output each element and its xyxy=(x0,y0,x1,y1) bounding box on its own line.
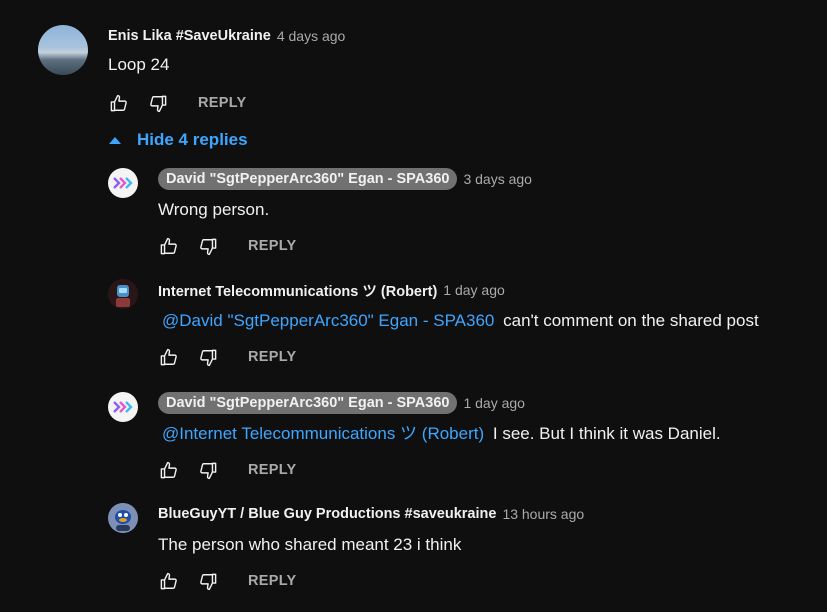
comment-time[interactable]: 1 day ago xyxy=(443,282,505,298)
comment-actions: REPLY xyxy=(158,236,532,256)
reply-button[interactable]: REPLY xyxy=(248,462,297,478)
robot-avatar-icon xyxy=(108,279,138,309)
thumbs-down-icon[interactable] xyxy=(198,236,218,256)
comment-text: Wrong person. xyxy=(158,200,270,219)
comment-time[interactable]: 13 hours ago xyxy=(502,506,584,522)
blue-character-avatar-icon xyxy=(108,503,138,533)
reply-comment: David "SgtPepperArc360" Egan - SPA360 3 … xyxy=(108,168,532,256)
comment-header: Internet Telecommunications ツ (Robert) 1… xyxy=(158,279,759,301)
comment-text: Loop 24 xyxy=(108,55,170,74)
mention-link[interactable]: @Internet Telecommunications ツ (Robert) xyxy=(162,424,484,443)
comment-author-chip[interactable]: David "SgtPepperArc360" Egan - SPA360 xyxy=(158,168,458,190)
hide-replies-label: Hide 4 replies xyxy=(137,130,248,149)
comment-header: David "SgtPepperArc360" Egan - SPA360 1 … xyxy=(158,392,721,414)
comment-time[interactable]: 1 day ago xyxy=(463,395,525,411)
avatar[interactable] xyxy=(108,392,138,422)
comment-text: The person who shared meant 23 i think xyxy=(158,535,462,554)
reply-button[interactable]: REPLY xyxy=(248,349,297,365)
comment-header: BlueGuyYT / Blue Guy Productions #saveuk… xyxy=(158,503,584,525)
reply-button[interactable]: REPLY xyxy=(248,238,297,254)
thumbs-down-icon[interactable] xyxy=(198,571,218,591)
arrows-logo-icon xyxy=(113,401,133,413)
comment-time[interactable]: 3 days ago xyxy=(463,171,532,187)
comment-actions: REPLY xyxy=(158,460,721,480)
thumbs-up-icon[interactable] xyxy=(108,93,128,113)
reply-comment: BlueGuyYT / Blue Guy Productions #saveuk… xyxy=(108,503,584,591)
thumbs-down-icon[interactable] xyxy=(148,93,168,113)
thumbs-down-icon[interactable] xyxy=(198,460,218,480)
comment-actions: REPLY xyxy=(158,347,759,367)
comment-text: @Internet Telecommunications ツ (Robert) … xyxy=(162,424,721,443)
avatar[interactable] xyxy=(38,25,88,75)
comment-author[interactable]: BlueGuyYT / Blue Guy Productions #saveuk… xyxy=(158,506,496,522)
comment-time[interactable]: 4 days ago xyxy=(277,28,346,44)
caret-up-icon xyxy=(109,136,121,144)
thumbs-up-icon[interactable] xyxy=(158,571,178,591)
comment-author[interactable]: Internet Telecommunications ツ (Robert) xyxy=(158,280,437,301)
reply-comment: Internet Telecommunications ツ (Robert) 1… xyxy=(108,279,759,367)
reply-button[interactable]: REPLY xyxy=(198,95,247,111)
comment-author-chip[interactable]: David "SgtPepperArc360" Egan - SPA360 xyxy=(158,392,458,414)
comment-header: Enis Lika #SaveUkraine 4 days ago xyxy=(108,25,345,47)
avatar[interactable] xyxy=(108,168,138,198)
avatar[interactable] xyxy=(108,503,138,533)
comment-thread-top: Enis Lika #SaveUkraine 4 days ago Loop 2… xyxy=(38,25,345,113)
comment-actions: REPLY xyxy=(158,571,584,591)
thumbs-up-icon[interactable] xyxy=(158,460,178,480)
comment-actions: REPLY xyxy=(108,93,345,113)
thumbs-up-icon[interactable] xyxy=(158,347,178,367)
avatar[interactable] xyxy=(108,279,138,309)
mention-link[interactable]: @David "SgtPepperArc360" Egan - SPA360 xyxy=(162,311,494,330)
reply-button[interactable]: REPLY xyxy=(248,573,297,589)
comment-header: David "SgtPepperArc360" Egan - SPA360 3 … xyxy=(158,168,532,190)
hide-replies-button[interactable]: Hide 4 replies xyxy=(108,130,248,150)
comment-text: @David "SgtPepperArc360" Egan - SPA360 c… xyxy=(162,311,759,330)
thumbs-up-icon[interactable] xyxy=(158,236,178,256)
comment-author[interactable]: Enis Lika #SaveUkraine xyxy=(108,28,271,44)
arrows-logo-icon xyxy=(113,177,133,189)
reply-comment: David "SgtPepperArc360" Egan - SPA360 1 … xyxy=(108,392,721,480)
thumbs-down-icon[interactable] xyxy=(198,347,218,367)
